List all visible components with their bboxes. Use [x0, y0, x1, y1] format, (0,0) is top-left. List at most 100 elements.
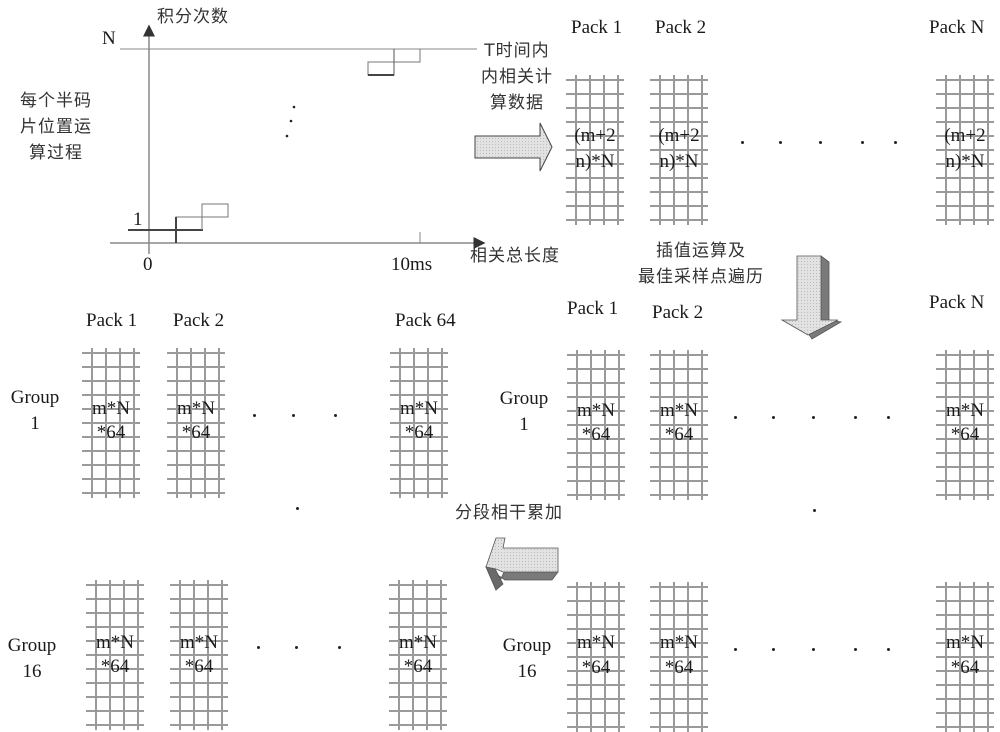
grid-text: m*N	[577, 400, 615, 421]
top-pack-label: Pack N	[929, 17, 985, 38]
grid-text: (m+2	[574, 125, 616, 146]
ellipsis-dot	[887, 416, 890, 419]
grid-text: n)*N	[945, 151, 985, 172]
grid-text: m*N	[92, 398, 130, 419]
grid-text: m*N	[946, 632, 984, 653]
group-label-line: Group	[10, 387, 60, 408]
grid-text: m*N	[177, 398, 215, 419]
grid-text: m*N	[577, 632, 615, 653]
group-label: Group 1	[5, 385, 65, 437]
data-grid: m*N *64	[86, 580, 144, 730]
data-grid: m*N *64	[170, 580, 228, 730]
left-caption-line: 算过程	[29, 143, 83, 163]
left-arrow-caption: 分段相干累加	[455, 503, 563, 523]
x-axis-label: 相关总长度	[470, 246, 560, 266]
ellipsis-dot	[257, 646, 260, 649]
ellipsis-dot	[887, 648, 890, 651]
down-arrow-caption: 插值运算及 最佳采样点遍历	[626, 238, 776, 290]
data-grid: (m+2 n)*N	[936, 75, 994, 225]
ellipsis-dot	[772, 648, 775, 651]
right-caption: T时间内 内相关计 算数据	[474, 38, 560, 116]
top-pack-label: Pack 2	[655, 17, 707, 38]
ellipsis-dot	[734, 416, 737, 419]
caption-line: 最佳采样点遍历	[638, 267, 764, 287]
grid-text: *64	[181, 422, 211, 443]
grid-text: m*N	[946, 400, 984, 421]
group-label-line: Group	[7, 635, 57, 656]
data-grid: m*N *64	[650, 582, 708, 732]
left-pack-label: Pack 64	[395, 310, 456, 331]
ellipsis-dot	[295, 646, 298, 649]
left-caption-line: 每个半码	[20, 91, 92, 111]
grid-text: *64	[404, 422, 434, 443]
group-label-line: Group	[502, 635, 552, 656]
data-grid: m*N *64	[167, 348, 225, 498]
ellipsis-dot	[894, 141, 897, 144]
grid-text: *64	[96, 422, 126, 443]
data-grid: m*N *64	[567, 582, 625, 732]
ellipsis-dot	[819, 141, 822, 144]
ellipsis-dot	[289, 119, 293, 123]
data-grid: (m+2 n)*N	[650, 75, 708, 225]
data-grid: m*N *64	[389, 580, 447, 730]
ellipsis-dot	[854, 416, 857, 419]
left-pack-label: Pack 2	[173, 310, 225, 331]
x-tick-10ms: 10ms	[391, 254, 433, 275]
y-axis-label: 积分次数	[157, 7, 229, 27]
ellipsis-dot	[296, 507, 299, 510]
data-grid: m*N *64	[936, 582, 994, 732]
data-grid: m*N *64	[82, 348, 140, 498]
grid-text: *64	[100, 656, 130, 677]
grid-text: m*N	[399, 632, 437, 653]
data-grid: m*N *64	[390, 348, 448, 498]
lower-staircase	[175, 203, 229, 243]
grid-text: m*N	[400, 398, 438, 419]
group-label: Group 16	[497, 633, 557, 685]
down-arrow-icon	[780, 255, 843, 340]
grid-text: *64	[581, 424, 611, 445]
group-label-line: 1	[519, 414, 529, 435]
group-label: Group 1	[494, 386, 554, 438]
ellipsis-dot	[338, 646, 341, 649]
right-caption-line: 算数据	[490, 93, 544, 113]
group-label-line: 1	[30, 413, 40, 434]
ellipsis-dot	[334, 414, 337, 417]
ellipsis-dot	[253, 414, 256, 417]
ellipsis-dot	[292, 414, 295, 417]
right-caption-line: T时间内	[484, 41, 550, 61]
right-pack-label: Pack 2	[652, 302, 704, 323]
top-pack-label: Pack 1	[571, 17, 623, 38]
ellipsis-dot	[861, 141, 864, 144]
y-tick-1: 1	[133, 209, 143, 230]
right-pack-label: Pack N	[929, 292, 985, 313]
grid-text: n)*N	[659, 151, 699, 172]
right-caption-line: 内相关计	[481, 67, 553, 87]
grid-text: *64	[950, 424, 980, 445]
grid-text: *64	[184, 656, 214, 677]
ellipsis-dot	[813, 509, 816, 512]
right-arrow-icon	[474, 122, 553, 172]
left-pack-label: Pack 1	[86, 310, 138, 331]
group-label-line: Group	[499, 388, 549, 409]
grid-text: *64	[403, 656, 433, 677]
ellipsis-dot	[292, 105, 296, 109]
grid-text: *64	[950, 657, 980, 678]
ellipsis-dot	[285, 134, 289, 138]
grid-text: m*N	[660, 632, 698, 653]
group-label-line: 16	[22, 661, 42, 682]
x-tick-0: 0	[143, 254, 153, 275]
grid-text: m*N	[660, 400, 698, 421]
group-label: Group 16	[2, 633, 62, 685]
group-label-line: 16	[517, 661, 537, 682]
grid-text: *64	[664, 657, 694, 678]
left-arrow-icon	[485, 537, 559, 591]
grid-text: *64	[581, 657, 611, 678]
grid-text: n)*N	[575, 151, 615, 172]
data-grid: m*N *64	[650, 350, 708, 500]
ellipsis-dot	[812, 416, 815, 419]
ellipsis-dot	[734, 648, 737, 651]
left-caption-line: 片位置运	[20, 117, 92, 137]
grid-text: m*N	[96, 632, 134, 653]
grid-text: (m+2	[658, 125, 700, 146]
ellipsis-dot	[812, 648, 815, 651]
